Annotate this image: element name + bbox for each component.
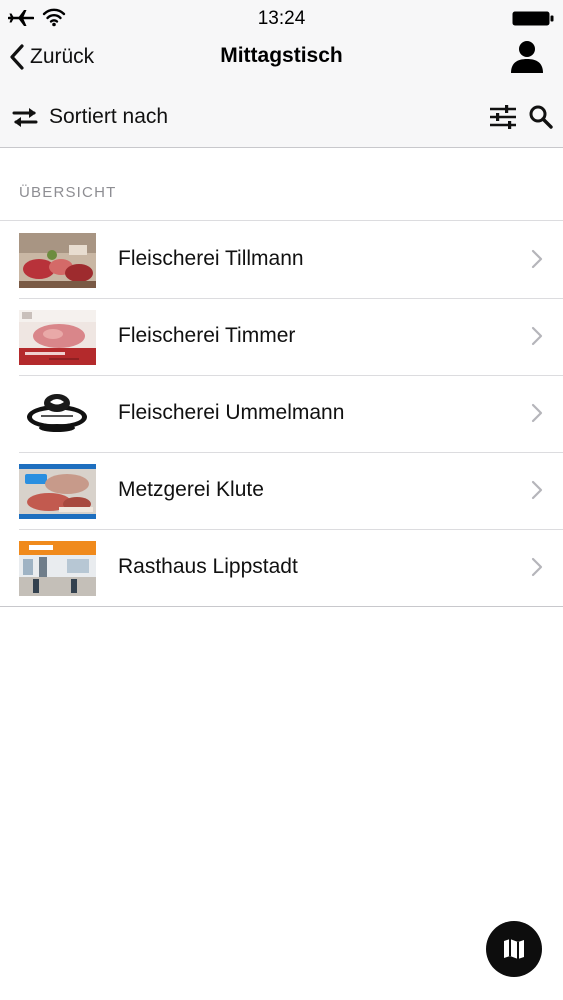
restaurant-thumbnail [19,233,96,288]
map-button[interactable] [486,921,542,977]
restaurant-thumbnail [19,541,96,596]
list-item-label: Rasthaus Lippstadt [118,555,298,578]
chevron-left-icon [10,44,24,70]
list-item[interactable]: Rasthaus Lippstadt [0,529,563,606]
list-item-label: Fleischerei Timmer [118,324,296,347]
list-item[interactable]: Fleischerei Ummelmann [0,375,563,452]
search-icon[interactable] [528,103,554,131]
battery-icon [512,11,554,26]
list-item[interactable]: Metzgerei Klute [0,452,563,529]
restaurant-thumbnail [19,464,96,519]
list-item-label: Fleischerei Tillmann [118,247,304,270]
chevron-right-icon [531,403,543,423]
list-item-label: Fleischerei Ummelmann [118,401,345,424]
chevron-right-icon [531,326,543,346]
chevron-right-icon [531,249,543,269]
back-button[interactable]: Zurück [8,40,94,74]
list-item[interactable]: Fleischerei Timmer [0,298,563,375]
sort-button[interactable]: Sortiert nach [10,100,168,134]
restaurant-list: Fleischerei Tillmann Fleischerei Timmer [0,220,563,607]
chevron-right-icon [531,480,543,500]
status-time: 13:24 [257,8,306,29]
back-button-label: Zurück [30,45,95,68]
restaurant-thumbnail [19,387,96,442]
top-bar: 13:24 Zurück Mittagstisch Sortiert nach [0,0,563,148]
list-item[interactable]: Fleischerei Tillmann [0,221,563,298]
section-header: ÜBERSICHT [19,184,117,201]
status-bar: 13:24 [0,0,563,36]
map-icon [504,939,524,959]
sort-label: Sortiert nach [49,105,169,128]
sort-arrows-icon [12,108,38,127]
navigation-bar: Zurück Mittagstisch [0,36,563,80]
profile-icon[interactable] [508,38,546,76]
filter-sliders-icon[interactable] [488,103,518,131]
sort-toolbar: Sortiert nach [0,94,563,140]
list-item-label: Metzgerei Klute [118,478,264,501]
restaurant-thumbnail [19,310,96,365]
chevron-right-icon [531,557,543,577]
